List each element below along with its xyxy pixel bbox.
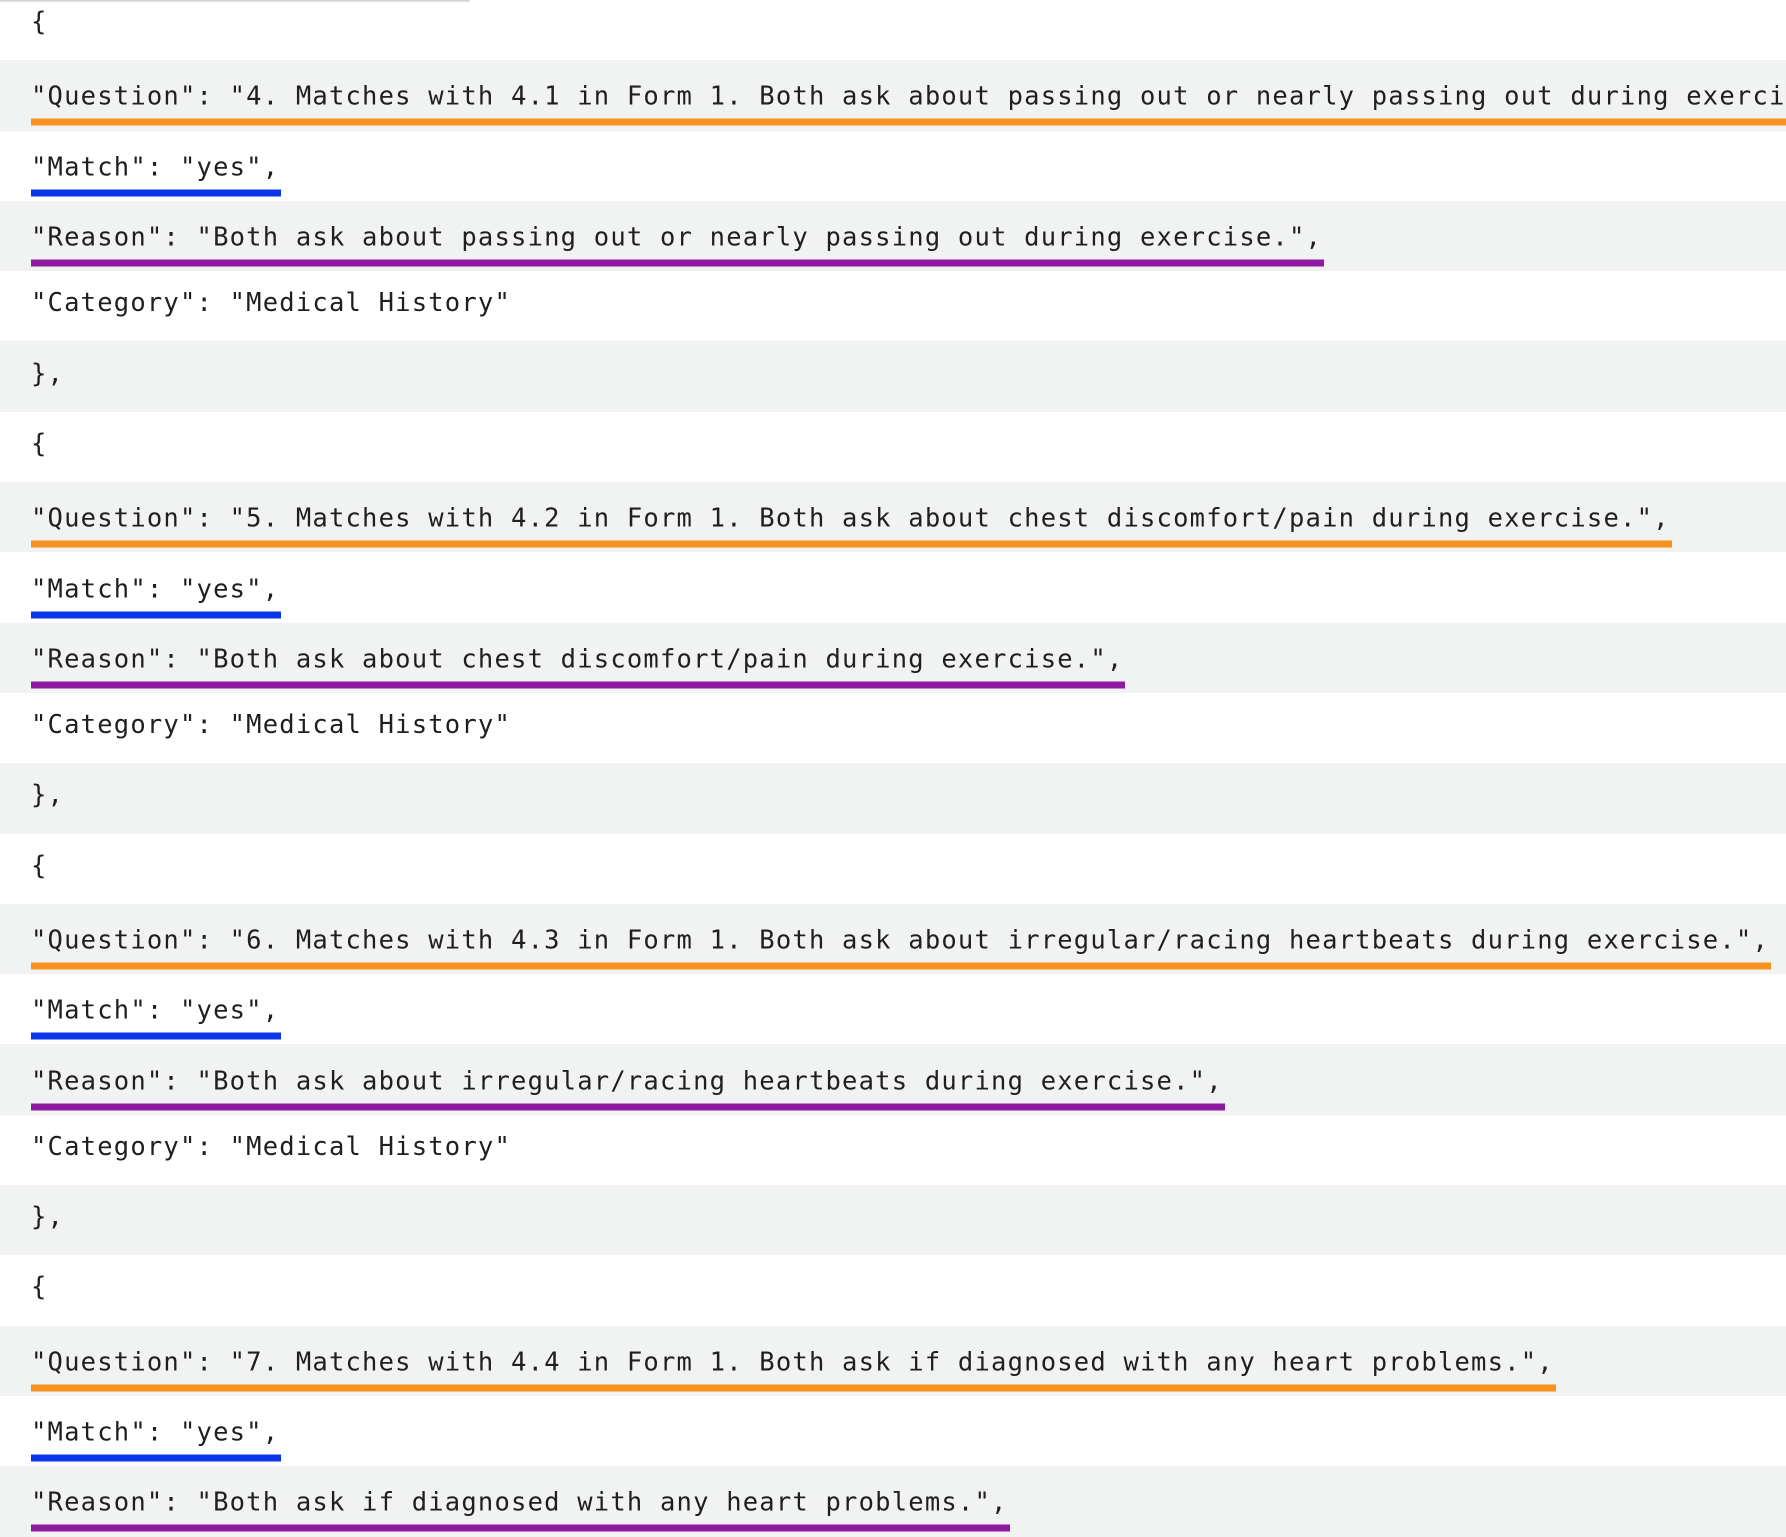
code-line: { bbox=[0, 1255, 1786, 1325]
code-line: "Category": "Medical History" bbox=[0, 1115, 1786, 1185]
code-line: "Reason": "Both ask about irregular/raci… bbox=[0, 1044, 1786, 1115]
code-line-text-underlined-blue: "Match": "yes", bbox=[31, 995, 282, 1040]
code-line: "Match": "yes", bbox=[0, 131, 1786, 201]
code-line-text: }, bbox=[31, 780, 65, 811]
code-line: "Question": "7. Matches with 4.4 in Form… bbox=[0, 1325, 1786, 1396]
code-line-text: "Category": "Medical History" bbox=[31, 288, 512, 319]
code-line-text-underlined-purple: "Reason": "Both ask if diagnosed with an… bbox=[31, 1487, 1010, 1532]
code-line-text-underlined-blue: "Match": "yes", bbox=[31, 573, 282, 619]
code-line: "Question": "5. Matches with 4.2 in Form… bbox=[0, 482, 1786, 553]
code-line: }, bbox=[0, 341, 1786, 412]
code-line: "Question": "6. Matches with 4.3 in Form… bbox=[0, 903, 1786, 975]
code-line-text-underlined-orange: "Question": "4. Matches with 4.1 in Form… bbox=[31, 81, 1786, 126]
code-line: "Category": "Medical History" bbox=[0, 271, 1786, 341]
code-line: "Category": "Medical History" bbox=[0, 693, 1786, 763]
code-line-text-underlined-purple: "Reason": "Both ask about irregular/raci… bbox=[31, 1065, 1225, 1111]
code-line-text-underlined-blue: "Match": "yes", bbox=[31, 1417, 282, 1462]
json-code-view: { "Question": "4. Matches with 4.1 in Fo… bbox=[0, 0, 1786, 1537]
code-line: { bbox=[0, 412, 1786, 482]
code-line-text: "Category": "Medical History" bbox=[31, 1131, 512, 1162]
code-line-text-underlined-purple: "Reason": "Both ask about chest discomfo… bbox=[31, 643, 1126, 689]
code-line: "Reason": "Both ask if diagnosed with an… bbox=[0, 1466, 1786, 1537]
code-line-text-underlined-purple: "Reason": "Both ask about passing out or… bbox=[31, 222, 1325, 267]
code-line: { bbox=[0, 834, 1786, 904]
code-line-text: { bbox=[31, 7, 48, 38]
code-line-text: { bbox=[31, 1272, 48, 1303]
code-line-text-underlined-blue: "Match": "yes", bbox=[31, 151, 282, 197]
code-line: "Match": "yes", bbox=[0, 974, 1786, 1044]
code-line-text: }, bbox=[31, 1202, 65, 1233]
code-line-text: { bbox=[31, 850, 48, 881]
code-line-text-underlined-orange: "Question": "6. Matches with 4.3 in Form… bbox=[31, 925, 1771, 970]
code-line: "Reason": "Both ask about passing out or… bbox=[0, 200, 1786, 272]
code-line-text: { bbox=[31, 428, 48, 459]
code-line: { bbox=[0, 0, 1786, 60]
code-line-text-underlined-orange: "Question": "7. Matches with 4.4 in Form… bbox=[31, 1346, 1556, 1392]
code-line: }, bbox=[0, 1185, 1786, 1256]
code-line-text-underlined-orange: "Question": "5. Matches with 4.2 in Form… bbox=[31, 503, 1672, 548]
code-line: "Match": "yes", bbox=[0, 1396, 1786, 1466]
code-line: "Question": "4. Matches with 4.1 in Form… bbox=[0, 60, 1786, 131]
code-line-text: "Category": "Medical History" bbox=[31, 710, 512, 741]
code-line: "Match": "yes", bbox=[0, 552, 1786, 622]
code-line: "Reason": "Both ask about chest discomfo… bbox=[0, 622, 1786, 693]
code-line-text: }, bbox=[31, 358, 65, 389]
code-line: }, bbox=[0, 763, 1786, 834]
